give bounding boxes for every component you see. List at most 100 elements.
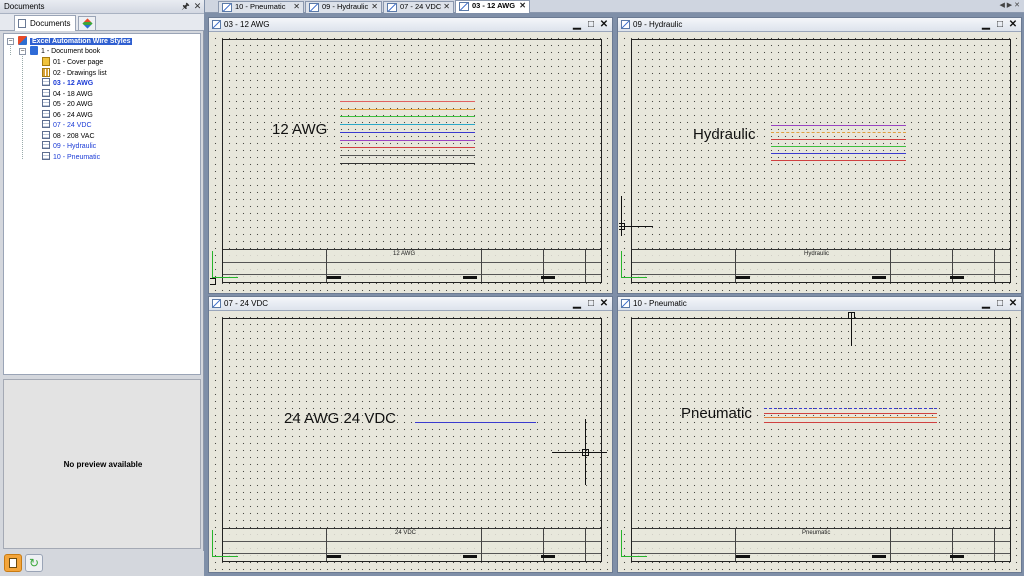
documents-panel-toolbar: ↻ (0, 551, 204, 576)
close-button[interactable]: ✕ (598, 297, 610, 310)
tab-documents[interactable]: Documents (14, 15, 76, 31)
book-expander[interactable]: − (19, 48, 26, 55)
folio-icon (621, 299, 630, 308)
sheet-label: Hydraulic (693, 126, 756, 143)
close-button[interactable]: ✕ (1007, 297, 1019, 310)
wire-line[interactable] (340, 101, 475, 102)
components-icon (82, 18, 93, 29)
wire-line[interactable] (771, 139, 906, 140)
wire-line[interactable] (340, 131, 475, 133)
wire-line[interactable] (771, 125, 906, 126)
close-button[interactable]: ✕ (1007, 18, 1019, 31)
minimize-button[interactable]: ▁ (571, 18, 583, 31)
viewport-title: 09 - Hydraulic (633, 20, 683, 29)
close-icon[interactable]: ✕ (192, 1, 203, 12)
viewport-titlebar: 07 - 24 VDC ▁ □ ✕ (209, 297, 612, 311)
maximize-button[interactable]: □ (585, 297, 597, 310)
drawing-canvas[interactable]: 24 VDC 24 AWG 24 VDC (210, 312, 611, 571)
crosshair-cursor (619, 223, 625, 230)
title-block-rule (223, 274, 601, 275)
wire-line[interactable] (771, 146, 906, 147)
tree-item-book[interactable]: 1 - Document book (30, 46, 100, 56)
folio-icon (42, 130, 50, 139)
folio-label: 03 - 12 AWG (53, 80, 94, 87)
wire-line[interactable] (764, 417, 937, 418)
title-block: Hydraulic (632, 249, 1010, 282)
viewport-hydraulic[interactable]: 09 - Hydraulic ▁ □ ✕ Hydraulic Hydraulic (617, 17, 1022, 294)
title-block-rule (890, 529, 891, 561)
drawing-canvas[interactable]: Hydraulic Hydraulic (619, 33, 1020, 292)
tree-item-folio-10[interactable]: 10 - Pneumatic (42, 151, 100, 162)
wire-line[interactable] (340, 116, 475, 118)
wire-line[interactable] (764, 408, 937, 409)
maximize-button[interactable]: □ (585, 18, 597, 31)
wire-line[interactable] (415, 422, 536, 423)
wire-line[interactable] (764, 412, 937, 414)
tree-item-folio-01[interactable]: 01 - Cover page (42, 57, 103, 67)
wire-line[interactable] (764, 421, 937, 423)
viewport-title: 03 - 12 AWG (224, 20, 270, 29)
title-block-rule (632, 274, 1010, 275)
wire-line[interactable] (771, 132, 906, 133)
viewport-24vdc[interactable]: 07 - 24 VDC ▁ □ ✕ 24 VDC 24 AWG 24 VDC (208, 296, 613, 573)
doc-tab-12awg[interactable]: 03 - 12 AWG ✕ (455, 0, 530, 13)
tree-item-folio-04[interactable]: 04 - 18 AWG (42, 88, 93, 99)
tree-item-folio-02[interactable]: 02 - Drawings list (42, 67, 107, 78)
pin-icon[interactable]: 🖈 (180, 1, 191, 12)
viewport-title: 07 - 24 VDC (224, 299, 269, 308)
wire-line[interactable] (340, 139, 475, 141)
wire-line[interactable] (340, 108, 475, 110)
title-block-rule (890, 250, 891, 282)
tree-item-project[interactable]: Excel Automation Wire Styles (18, 36, 133, 46)
wire-line[interactable] (340, 162, 475, 164)
doc-tab-pneumatic[interactable]: 10 - Pneumatic ✕ (218, 1, 304, 13)
close-icon[interactable]: ✕ (443, 2, 450, 12)
viewport-pneumatic[interactable]: 10 - Pneumatic ▁ □ ✕ Pneumatic Pneumatic (617, 296, 1022, 573)
title-block-bar (950, 555, 964, 558)
close-button[interactable]: ✕ (598, 18, 610, 31)
wire-line[interactable] (771, 160, 906, 161)
project-expander[interactable]: − (7, 38, 14, 45)
maximize-button[interactable]: □ (994, 18, 1006, 31)
folio-icon (42, 120, 50, 128)
crosshair-cursor (210, 278, 216, 285)
wire-line[interactable] (771, 153, 906, 154)
project-icon (18, 36, 27, 45)
folio-icon (42, 78, 50, 86)
minimize-button[interactable]: ▁ (571, 297, 583, 310)
wire-line[interactable] (340, 154, 475, 156)
refresh-button[interactable]: ↻ (25, 554, 43, 572)
close-icon[interactable]: ✕ (371, 2, 378, 12)
maximize-button[interactable]: □ (994, 297, 1006, 310)
drawing-canvas[interactable]: 12 AWG 12 AWG (210, 33, 611, 292)
tree-item-folio-05[interactable]: 05 - 20 AWG (42, 99, 93, 109)
documents-view-button[interactable] (4, 554, 22, 572)
doc-tab-hydraulic[interactable]: 09 - Hydraulic ✕ (305, 1, 382, 13)
tree-item-folio-06[interactable]: 06 - 24 AWG (42, 109, 93, 120)
wire-line[interactable] (340, 147, 475, 149)
tree-item-folio-09[interactable]: 09 - Hydraulic (42, 141, 96, 151)
drawing-canvas[interactable]: Pneumatic Pneumatic (619, 312, 1020, 571)
book-icon (30, 46, 38, 55)
title-block-rule (632, 262, 1010, 263)
tab-documents-label: Documents (30, 19, 71, 28)
minimize-button[interactable]: ▁ (980, 18, 992, 31)
close-icon[interactable]: ✕ (519, 1, 526, 11)
tab-components[interactable] (78, 16, 96, 30)
title-block-name: 24 VDC (395, 530, 417, 536)
tree-item-folio-08[interactable]: 08 - 208 VAC (42, 130, 95, 141)
tab-scroll-arrows[interactable]: ◀ ▶ ✕ (999, 1, 1020, 9)
folio-icon (621, 20, 630, 29)
tree-item-folio-07[interactable]: 07 - 24 VDC (42, 120, 92, 130)
doc-tab-24vdc[interactable]: 07 - 24 VDC ✕ (383, 1, 454, 13)
title-block-bar (327, 555, 341, 558)
document-tree[interactable]: − Excel Automation Wire Styles − 1 - Doc… (3, 33, 201, 375)
sheet-label: Pneumatic (681, 405, 752, 422)
tree-item-folio-03[interactable]: 03 - 12 AWG (42, 78, 93, 88)
minimize-button[interactable]: ▁ (980, 297, 992, 310)
close-icon[interactable]: ✕ (293, 2, 300, 12)
viewport-12awg[interactable]: 03 - 12 AWG ▁ □ ✕ 12 AWG 12 AWG (208, 17, 613, 294)
title-block-rule (994, 529, 995, 561)
title-block-bar (463, 276, 477, 279)
wire-line[interactable] (340, 124, 475, 126)
